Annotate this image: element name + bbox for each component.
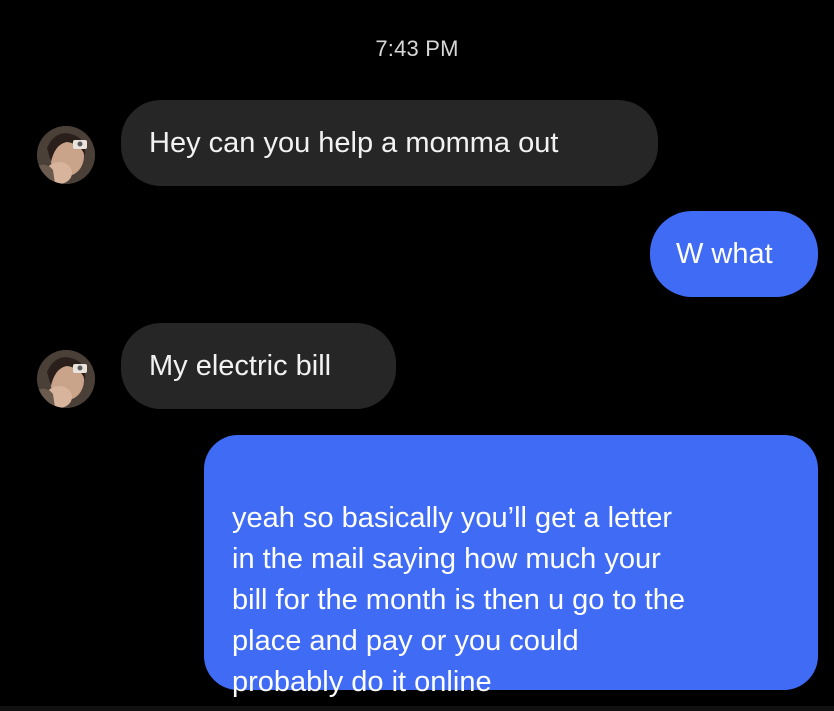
message-text: yeah so basically you’ll get a letter in… <box>232 502 685 698</box>
incoming-message-bubble[interactable]: Hey can you help a momma out <box>121 100 658 186</box>
incoming-message-bubble[interactable]: My electric bill <box>121 323 396 409</box>
avatar-photo-icon <box>37 126 95 184</box>
message-text: My electric bill <box>149 349 332 382</box>
outgoing-message-bubble[interactable]: W what <box>650 211 818 297</box>
message-text: W what <box>676 237 773 270</box>
message-timestamp: 7:43 PM <box>375 36 459 61</box>
message-text: Hey can you help a momma out <box>149 126 559 159</box>
outgoing-message-bubble[interactable]: yeah so basically you’ll get a letter in… <box>204 435 818 698</box>
bottom-divider <box>0 706 834 711</box>
contact-avatar[interactable] <box>37 350 95 408</box>
contact-avatar[interactable] <box>37 126 95 184</box>
avatar-photo-icon <box>37 350 95 408</box>
